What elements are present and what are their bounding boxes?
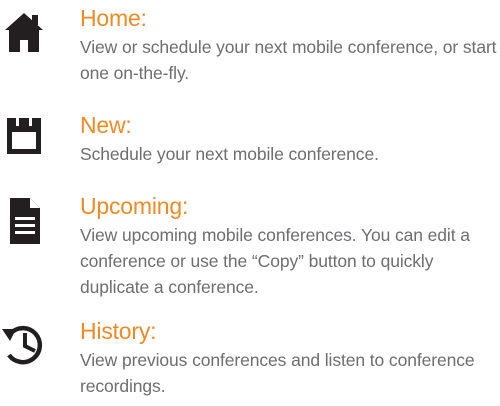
item-title: History:	[80, 318, 157, 344]
item-description: Schedule your next mobile conference.	[80, 144, 379, 164]
calendar-icon	[4, 116, 44, 160]
item-description: View previous conferences and listen to …	[80, 350, 475, 396]
item-title: Home:	[80, 5, 147, 31]
document-icon	[4, 197, 44, 244]
home-icon	[4, 10, 44, 54]
item-title: Upcoming:	[80, 193, 189, 219]
item-description: View or schedule your next mobile confer…	[80, 37, 497, 83]
item-title: New:	[80, 112, 132, 138]
history-icon	[0, 321, 48, 369]
item-description: View upcoming mobile conferences. You ca…	[80, 225, 470, 297]
